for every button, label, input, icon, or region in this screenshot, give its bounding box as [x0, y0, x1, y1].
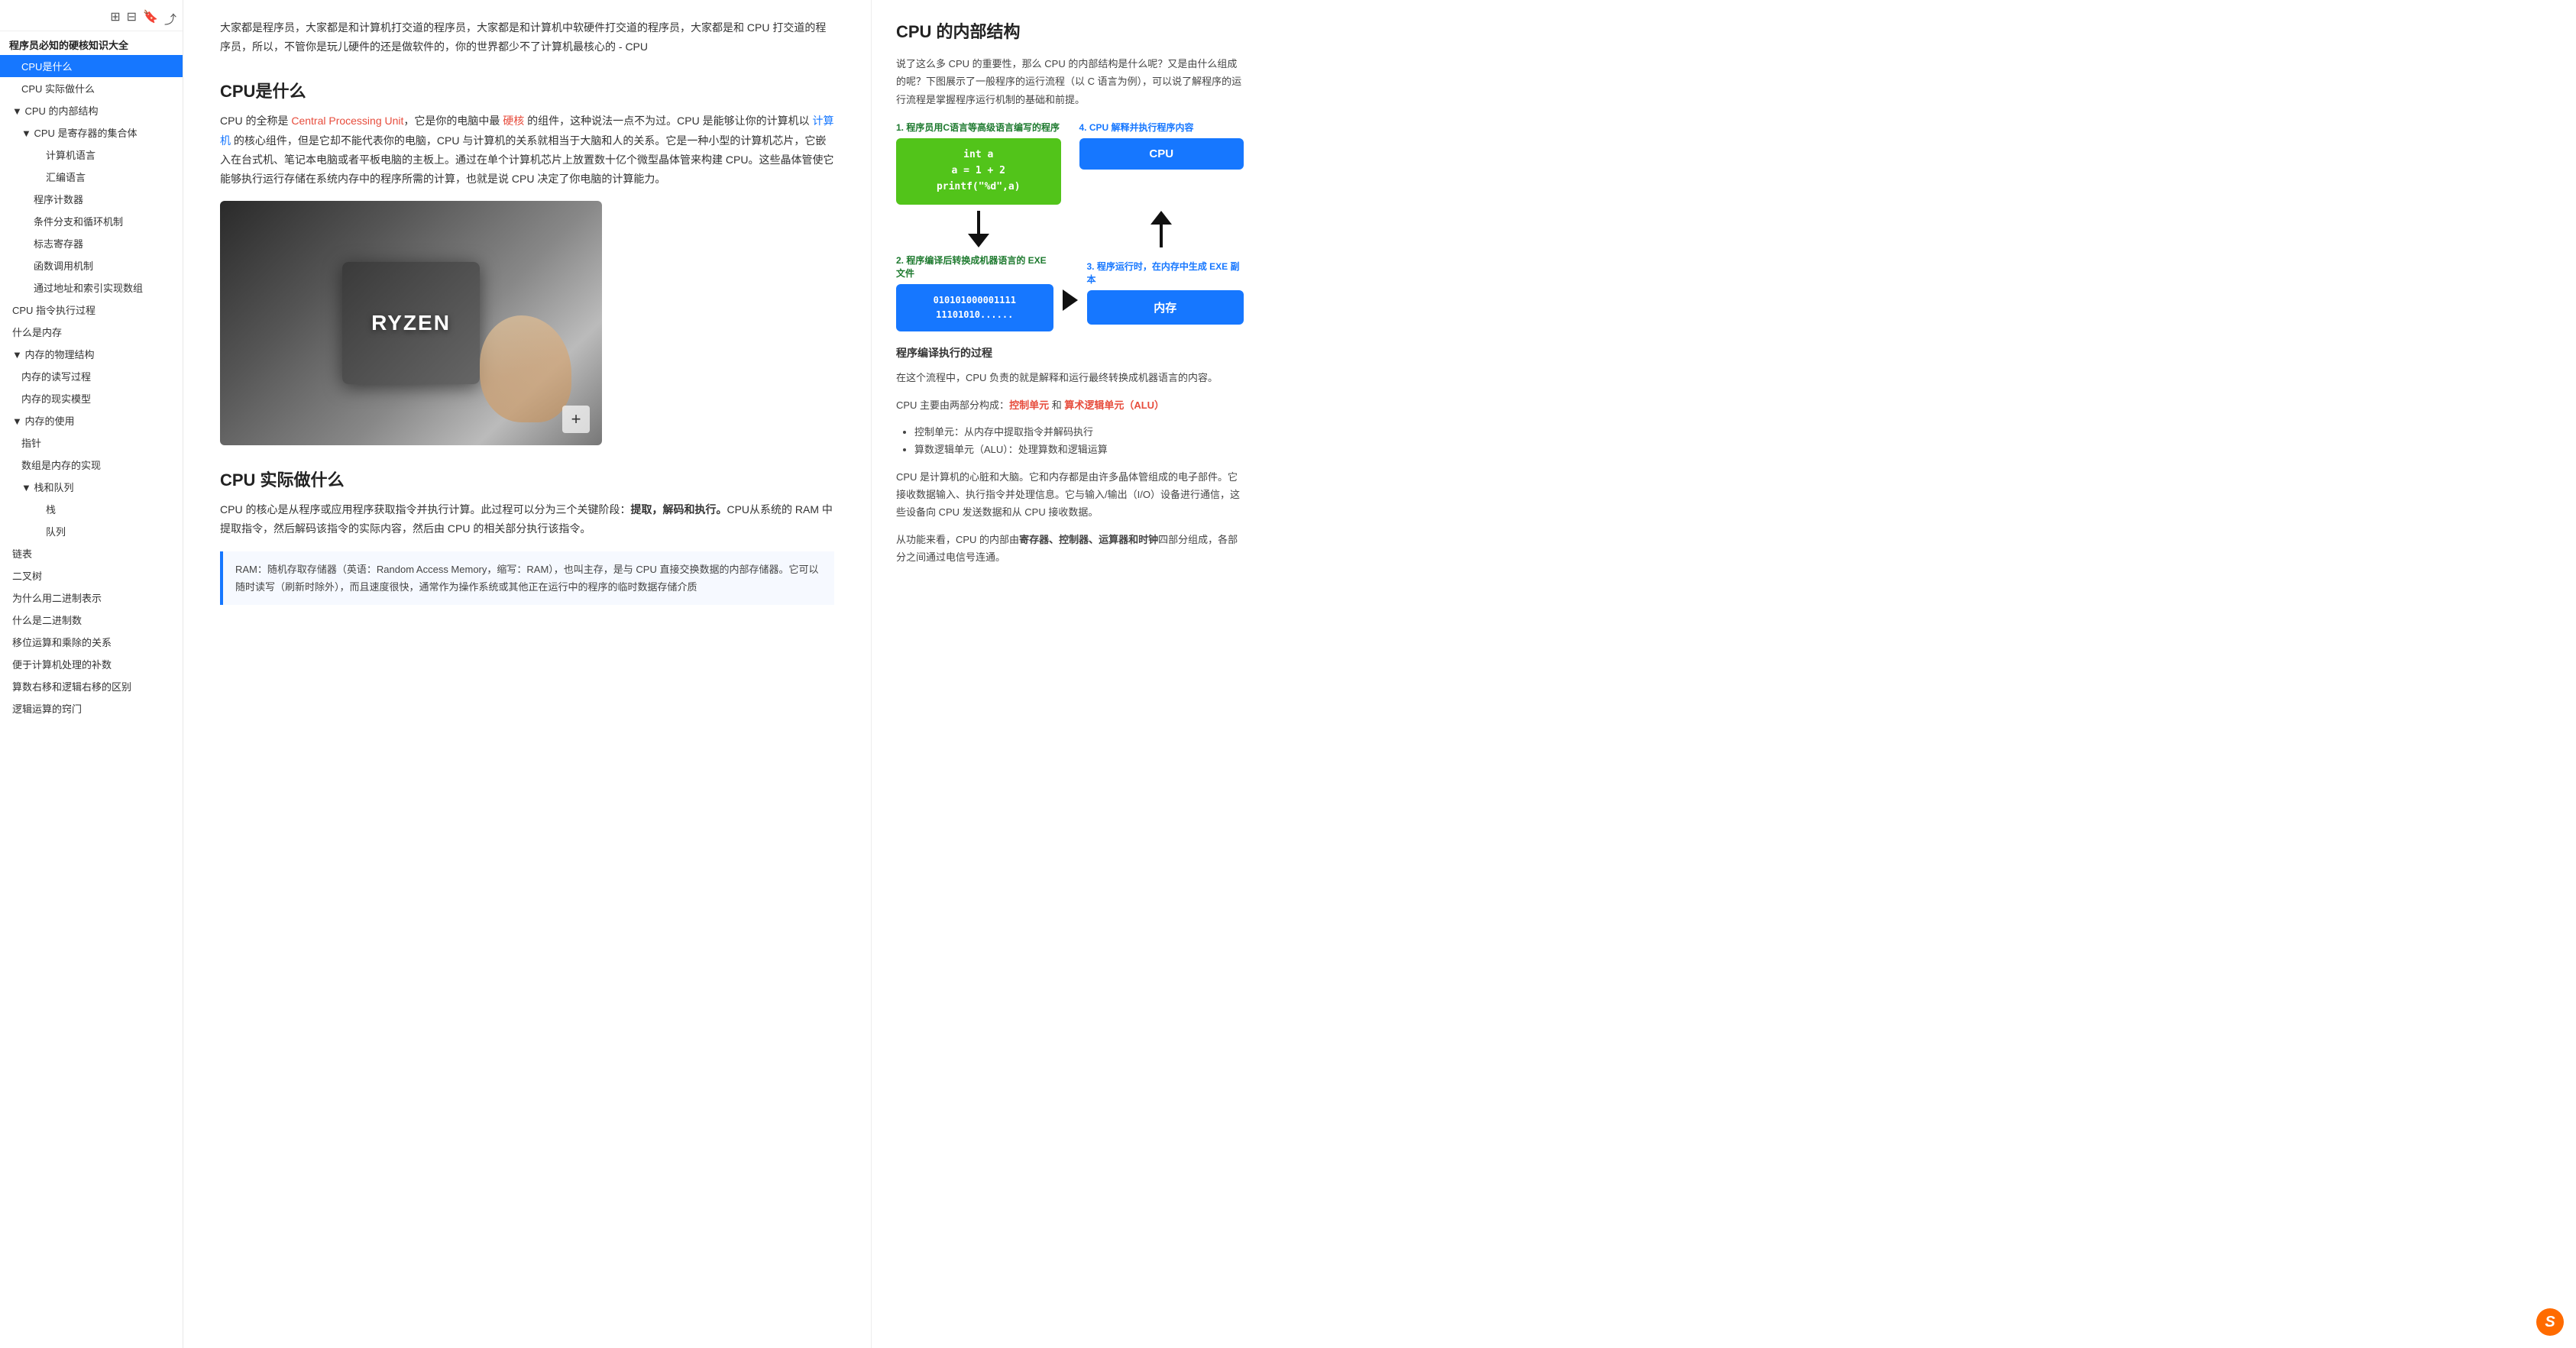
sidebar-item-stack-queue[interactable]: ▼ 栈和队列	[0, 476, 183, 498]
section1-p1: CPU 的全称是 Central Processing Unit，它是你的电脑中…	[220, 112, 834, 189]
sidebar-root-title: 程序员必知的硬核知识大全	[0, 34, 183, 55]
image-plus-icon[interactable]: +	[562, 406, 590, 433]
summary-p1: CPU 是计算机的心脏和大脑。它和内存都是由许多晶体管组成的电子部件。它接收数据…	[896, 468, 1244, 522]
sidebar-item-machine-lang[interactable]: 计算机语言	[0, 144, 183, 166]
arrow-right-middle	[1063, 289, 1078, 311]
arrow-down-left	[896, 211, 1061, 247]
sidebar-item-what-is-mem[interactable]: 什么是内存	[0, 321, 183, 343]
step2-col: 2. 程序编译后转换成机器语言的 EXE 文件 0101010000011111…	[896, 254, 1053, 331]
step2-box: 01010100000111111101010......	[896, 284, 1053, 331]
cpu-image: RYZEN +	[220, 201, 602, 445]
step3-label: 3. 程序运行时，在内存中生成 EXE 副本	[1087, 260, 1244, 286]
sidebar-item-pointer[interactable]: 指针	[0, 432, 183, 454]
sidebar-item-stack[interactable]: 栈	[0, 498, 183, 520]
step3-box: 内存	[1087, 290, 1244, 325]
sidebar-item-arith-logic[interactable]: 算数右移和逻辑右移的区别	[0, 675, 183, 697]
sidebar-item-logic-door[interactable]: 逻辑运算的窍门	[0, 697, 183, 719]
sidebar-item-prog-counter[interactable]: 程序计数器	[0, 188, 183, 210]
main-content: 大家都是程序员，大家都是和计算机打交道的程序员，大家都是和计算机中软硬件打交道的…	[183, 0, 871, 1348]
sidebar-item-cpu-exec[interactable]: CPU 指令执行过程	[0, 299, 183, 321]
sidebar-item-addr-array[interactable]: 通过地址和索引实现数组	[0, 276, 183, 299]
grid-icon[interactable]: ⊞	[110, 9, 120, 27]
sidebar-item-array-mem[interactable]: 数组是内存的实现	[0, 454, 183, 476]
step2-label: 2. 程序编译后转换成机器语言的 EXE 文件	[896, 254, 1053, 280]
sidebar-item-mem-physical[interactable]: ▼ 内存的物理结构	[0, 343, 183, 365]
sidebar-item-cpu-internal[interactable]: ▼ CPU 的内部结构	[0, 99, 183, 121]
summary-p2: 从功能来看，CPU 的内部由寄存器、控制器、运算器和时钟四部分组成，各部分之间通…	[896, 531, 1244, 567]
process-title: 程序编译执行的过程	[896, 344, 1244, 363]
components-line: CPU 主要由两部分构成：控制单元 和 算术逻辑单元（ALU）	[896, 396, 1244, 414]
sidebar-item-binary-tree[interactable]: 二叉树	[0, 564, 183, 587]
right-panel-intro: 说了这么多 CPU 的重要性，那么 CPU 的内部结构是什么呢？又是由什么组成的…	[896, 55, 1244, 108]
list-item: 控制单元：从内存中提取指令并解码执行	[914, 423, 1244, 441]
sidebar-item-complement[interactable]: 便于计算机处理的补数	[0, 653, 183, 675]
sidebar-item-cpu-what[interactable]: CPU是什么	[0, 55, 183, 77]
bookmark-icon[interactable]: 🔖	[143, 9, 158, 27]
sidebar-item-what-binary[interactable]: 什么是二进制数	[0, 609, 183, 631]
step1-label: 1. 程序员用C语言等高级语言编写的程序	[896, 121, 1061, 134]
sidebar-item-mem-real[interactable]: 内存的现实模型	[0, 387, 183, 409]
sidebar-item-mem-rw[interactable]: 内存的读写过程	[0, 365, 183, 387]
sidebar-item-branch[interactable]: 条件分支和循环机制	[0, 210, 183, 232]
step4-col: 4. CPU 解释并执行程序内容 CPU	[1079, 121, 1244, 204]
sidebar-item-why-binary[interactable]: 为什么用二进制表示	[0, 587, 183, 609]
sidebar-item-cpu-registers[interactable]: ▼ CPU 是寄存器的集合体	[0, 121, 183, 144]
arrow-up-right	[1079, 211, 1244, 247]
brand-logo: S	[2536, 1308, 2564, 1336]
section2-p1: CPU 的核心是从程序或应用程序获取指令并执行计算。此过程可以分为三个关键阶段：…	[220, 500, 834, 538]
right-panel-title: CPU 的内部结构	[896, 18, 1244, 43]
right-panel: CPU 的内部结构 说了这么多 CPU 的重要性，那么 CPU 的内部结构是什么…	[871, 0, 1268, 1348]
step4-label: 4. CPU 解释并执行程序内容	[1079, 121, 1244, 134]
sidebar-item-func-call[interactable]: 函数调用机制	[0, 254, 183, 276]
list-item: 算数逻辑单元（ALU）：处理算数和逻辑运算	[914, 441, 1244, 458]
sidebar-item-queue[interactable]: 队列	[0, 520, 183, 542]
sidebar-item-asm-lang[interactable]: 汇编语言	[0, 166, 183, 188]
section2-title: CPU 实际做什么	[220, 467, 834, 491]
sidebar-item-flag-reg[interactable]: 标志寄存器	[0, 232, 183, 254]
sidebar-top-icons: ⊞ ⊟ 🔖 ⤴	[0, 6, 183, 31]
sidebar-items-container: CPU是什么CPU 实际做什么▼ CPU 的内部结构▼ CPU 是寄存器的集合体…	[0, 55, 183, 719]
components-list: 控制单元：从内存中提取指令并解码执行算数逻辑单元（ALU）：处理算数和逻辑运算	[896, 423, 1244, 459]
process-p1: 在这个流程中，CPU 负责的就是解释和运行最终转换成机器语言的内容。	[896, 369, 1244, 386]
cpu-diagram: 1. 程序员用C语言等高级语言编写的程序 int aa = 1 + 2print…	[896, 121, 1244, 331]
sidebar: ⊞ ⊟ 🔖 ⤴ 程序员必知的硬核知识大全 CPU是什么CPU 实际做什么▼ CP…	[0, 0, 183, 1348]
ram-blockquote: RAM：随机存取存储器（英语：Random Access Memory，缩写：R…	[220, 551, 834, 606]
sidebar-item-mem-use[interactable]: ▼ 内存的使用	[0, 409, 183, 432]
grid2-icon[interactable]: ⊟	[127, 9, 137, 27]
sidebar-item-shift-div[interactable]: 移位运算和乘除的关系	[0, 631, 183, 653]
step3-col: 3. 程序运行时，在内存中生成 EXE 副本 内存	[1087, 260, 1244, 325]
section1-title: CPU是什么	[220, 78, 834, 102]
sidebar-item-cpu-do[interactable]: CPU 实际做什么	[0, 77, 183, 99]
sidebar-item-linked-list[interactable]: 链表	[0, 542, 183, 564]
step4-box: CPU	[1079, 138, 1244, 170]
step1-col: 1. 程序员用C语言等高级语言编写的程序 int aa = 1 + 2print…	[896, 121, 1061, 204]
intro-paragraph: 大家都是程序员，大家都是和计算机打交道的程序员，大家都是和计算机中软硬件打交道的…	[220, 18, 834, 57]
step1-box: int aa = 1 + 2printf("%d",a)	[896, 138, 1061, 204]
share-icon[interactable]: ⤴	[164, 9, 176, 27]
